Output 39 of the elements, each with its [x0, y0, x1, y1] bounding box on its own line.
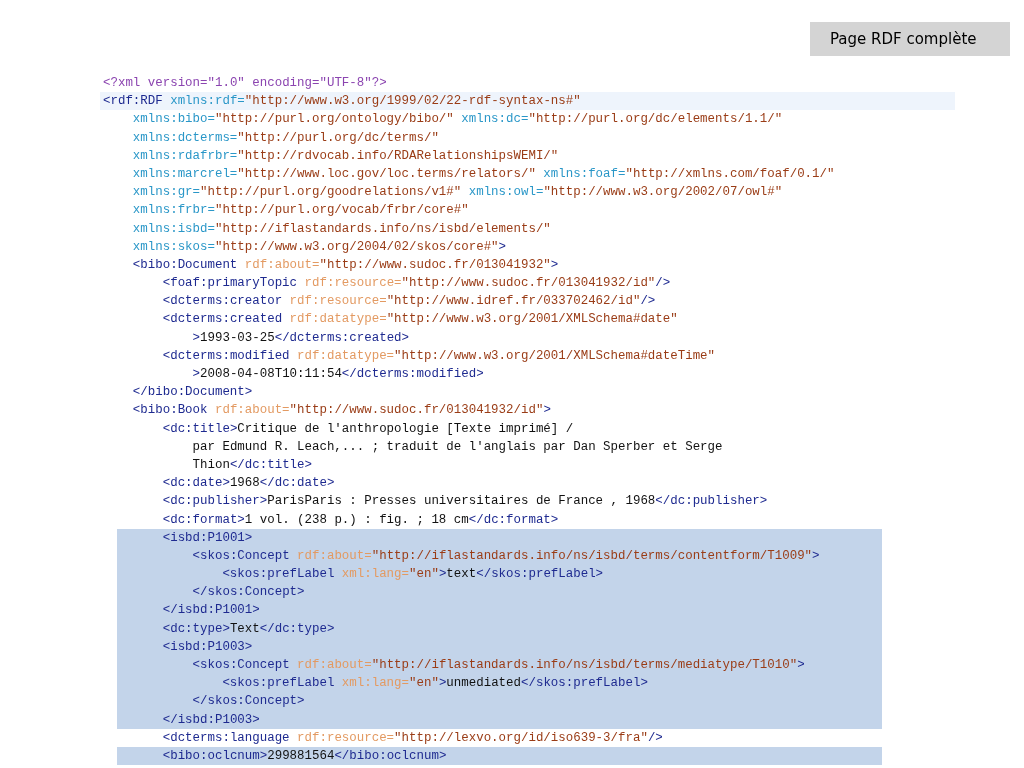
code-line: xmlns:rdafrbr="http://rdvocab.info/RDARelationshipsWEMI/" [132, 148, 559, 163]
code-line: <dc:publisher>ParisParis : Presses universitaires de France , 1968</dc:publisher> [162, 494, 768, 509]
code-line: <dcterms:created rdf:datatype="http://www.w3.org/2001/XMLSchema#date" [162, 312, 678, 327]
code-line: <bibo:Book rdf:about="http://www.sudoc.fr/013041932/id"> [132, 403, 551, 418]
code-line: </bibo:Document> [132, 385, 253, 400]
code-line: >2008-04-08T10:11:54</dcterms:modified> [192, 367, 484, 381]
code-line: <dc:format>1 vol. (238 p.) : fig. ; 18 cm</dc:format> [162, 512, 559, 527]
code-line: <dcterms:creator rdf:resource="http://www.idref.fr/033702462/id"/> [162, 294, 656, 309]
code-line: <bibo:oclcnum>299881564</bibo:oclcnum> [162, 748, 447, 763]
code-line: <rdf:RDF xmlns:rdf="http://www.w3.org/1999/02/22-rdf-syntax-ns#" [103, 94, 581, 109]
code-line: Thion</dc:title> [192, 457, 312, 472]
code-line: <skos:Concept rdf:about="http://iflastandards.info/ns/isbd/terms/contentform/T1009"> [192, 548, 820, 563]
code-line: </isbd:P1001> [162, 603, 260, 618]
code-line: <foaf:primaryTopic rdf:resource="http://www.sudoc.fr/013041932/id"/> [162, 276, 671, 291]
code-line: xmlns:dcterms="http://purl.org/dc/terms/" [132, 130, 439, 145]
code-line: <skos:Concept rdf:about="http://iflastandards.info/ns/isbd/terms/mediatype/T1010"> [192, 658, 805, 672]
code-line: <dcterms:modified rdf:datatype="http://www.w3.org/2001/XMLSchema#dateTime" [162, 348, 716, 363]
code-line: par Edmund R. Leach,... ; traduit de l'anglais par Dan Sperber et Serge [192, 439, 723, 454]
code-line: <bibo:Document rdf:about="http://www.sudoc.fr/013041932"> [132, 257, 559, 272]
code-line: >1993-03-25</dcterms:created> [192, 330, 410, 345]
code-line: <?xml version="1.0" encoding="UTF-8"?> [103, 76, 387, 90]
code-line: <isbd:P1003> [162, 639, 253, 654]
code-line: <skos:prefLabel xml:lang="en">unmediated</skos:prefLabel> [222, 676, 648, 691]
code-line: xmlns:skos="http://www.w3.org/2004/02/skos/core#"> [132, 239, 507, 254]
code-line: <dc:type>Text</dc:type> [162, 621, 335, 636]
code-line: xmlns:frbr="http://purl.org/vocab/frbr/core#" [132, 203, 469, 218]
code-line: xmlns:gr="http://purl.org/goodrelations/v1#" xmlns:owl="http://www.w3.org/2002/07/owl#" [132, 185, 783, 200]
code-line: <isbd:P1001> [162, 530, 253, 545]
code-line: </isbd:P1003> [162, 712, 260, 727]
code-line: <dc:title>Critique de l'anthropologie [Texte imprimé] / [162, 421, 574, 436]
code-line: <dc:date>1968</dc:date> [162, 476, 335, 491]
slide-title-label: Page RDF complète [810, 22, 1010, 56]
code-line: </skos:Concept> [192, 694, 305, 709]
code-line: <dcterms:language rdf:resource="http://lexvo.org/id/iso639-3/fra"/> [162, 730, 663, 745]
code-line: xmlns:isbd="http://iflastandards.info/ns/isbd/elements/" [132, 221, 551, 236]
code-line: xmlns:bibo="http://purl.org/ontology/bibo/" xmlns:dc="http://purl.org/dc/elements/1.1/" [132, 112, 783, 127]
code-line: xmlns:marcrel="http://www.loc.gov/loc.terms/relators/" xmlns:foaf="http://xmlns.com/foaf/0.1/" [132, 166, 835, 181]
code-line: </skos:Concept> [192, 585, 305, 600]
code-line: <skos:prefLabel xml:lang="en">text</skos:prefLabel> [222, 567, 604, 582]
